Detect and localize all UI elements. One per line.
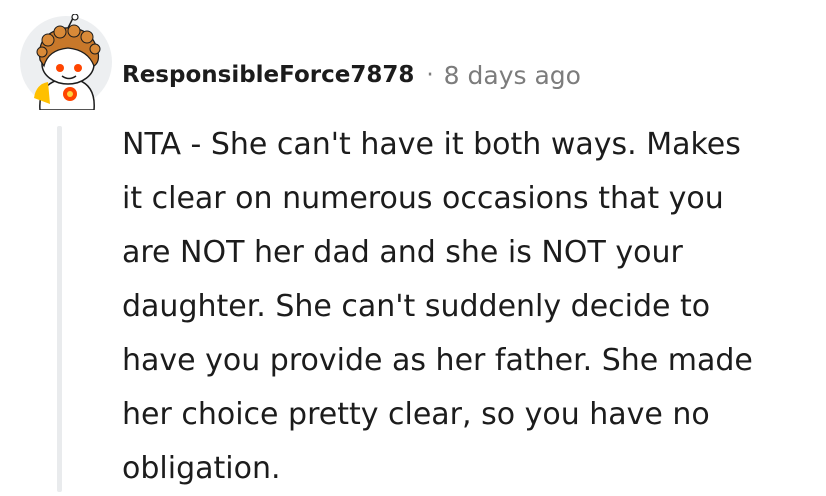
comment-body-line: obligation. xyxy=(122,451,281,486)
thread-line[interactable] xyxy=(57,126,62,492)
comment-meta: ResponsibleForce7878 · 8 days ago xyxy=(122,57,581,93)
comment-body-line: have you provide as her father. She made xyxy=(122,343,753,378)
meta-separator: · xyxy=(426,62,434,88)
comment-body: NTA - She can't have it both ways. Makes… xyxy=(122,118,812,496)
snoo-avatar-icon[interactable] xyxy=(18,13,114,111)
comment-body-line: NTA - She can't have it both ways. Makes xyxy=(122,127,741,162)
comment: ResponsibleForce7878 · 8 days ago NTA - … xyxy=(0,0,826,492)
comment-body-line: her choice pretty clear, so you have no xyxy=(122,397,710,432)
comment-timestamp[interactable]: 8 days ago xyxy=(444,61,581,90)
comment-body-line: it clear on numerous occasions that you xyxy=(122,181,724,216)
comment-body-line: daughter. She can't suddenly decide to xyxy=(122,289,711,324)
username-link[interactable]: ResponsibleForce7878 xyxy=(122,62,414,88)
comment-body-line: are NOT her dad and she is NOT your xyxy=(122,235,683,270)
